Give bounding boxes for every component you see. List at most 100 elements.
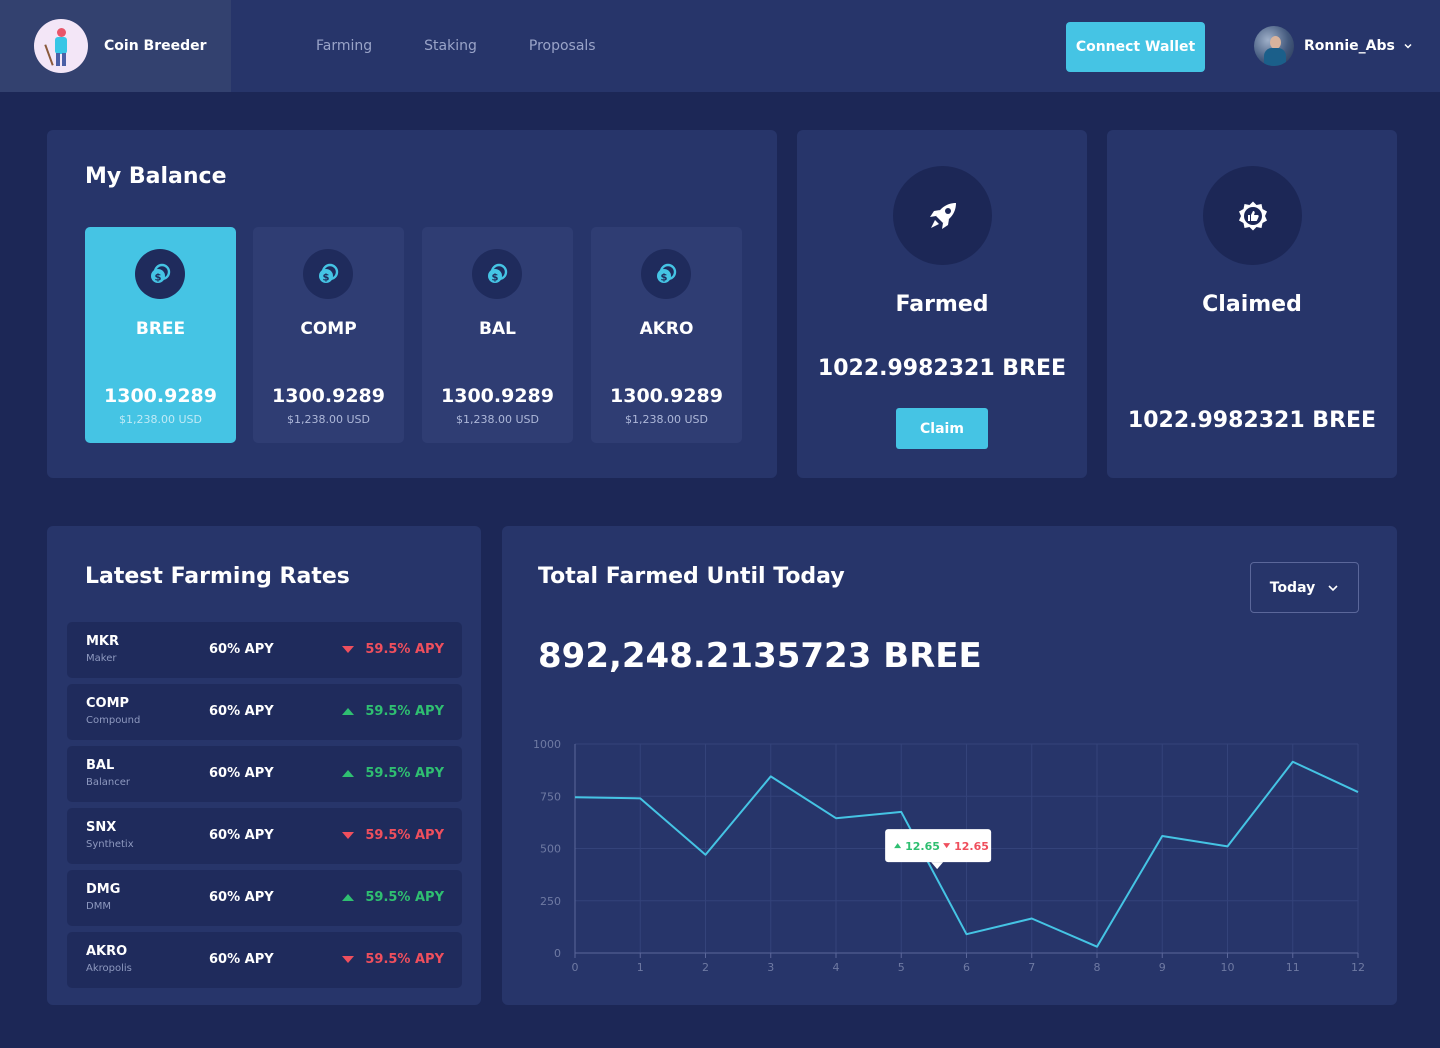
claim-button[interactable]: Claim: [896, 408, 988, 449]
arrow-up-icon: [342, 894, 355, 901]
rate-change-value: 59.5% APY: [365, 642, 444, 657]
nav-farming[interactable]: Farming: [316, 38, 372, 54]
tile-usd: $1,238.00 USD: [625, 413, 708, 426]
avatar: [1254, 26, 1294, 66]
rate-row-bal[interactable]: BAL Balancer 60% APY 59.5% APY: [67, 746, 462, 802]
farmed-card: Farmed 1022.9982321 BREE Claim: [797, 130, 1087, 478]
x-tick-label: 11: [1286, 961, 1300, 974]
x-tick-label: 8: [1094, 961, 1101, 974]
main-nav: Farming Staking Proposals: [316, 0, 648, 92]
rate-change: 59.5% APY: [342, 828, 444, 843]
svg-text:$: $: [155, 273, 162, 284]
user-menu[interactable]: Ronnie_Abs: [1254, 26, 1413, 66]
x-tick-label: 6: [963, 961, 970, 974]
coins-icon: $: [135, 249, 185, 299]
rate-change-value: 59.5% APY: [365, 952, 444, 967]
rate-name: Akropolis: [86, 963, 132, 974]
rate-apy: 60% APY: [209, 890, 274, 905]
thumbs-up-badge-icon: [1203, 166, 1302, 265]
x-tick-label: 3: [767, 961, 774, 974]
y-tick-label: 250: [540, 895, 561, 908]
rate-symbol: COMP: [86, 696, 130, 711]
balance-tile-bree[interactable]: $ BREE 1300.9289 $1,238.00 USD: [85, 227, 236, 443]
x-tick-label: 12: [1351, 961, 1365, 974]
svg-text:$: $: [323, 273, 330, 284]
rate-change-value: 59.5% APY: [365, 828, 444, 843]
rate-symbol: MKR: [86, 634, 120, 649]
tile-amount: 1300.9289: [441, 385, 554, 407]
nav-proposals[interactable]: Proposals: [529, 38, 596, 54]
balance-title: My Balance: [85, 164, 227, 189]
rate-name: Balancer: [86, 777, 130, 788]
arrow-up-icon: [342, 708, 355, 715]
x-tick-label: 4: [833, 961, 840, 974]
balance-tile-comp[interactable]: $ COMP 1300.9289 $1,238.00 USD: [253, 227, 404, 443]
x-tick-label: 9: [1159, 961, 1166, 974]
tooltip-pointer: [931, 862, 944, 870]
rate-row-mkr[interactable]: MKR Maker 60% APY 59.5% APY: [67, 622, 462, 678]
svg-text:$: $: [492, 273, 499, 284]
rate-apy: 60% APY: [209, 828, 274, 843]
arrow-down-icon: [342, 832, 355, 839]
rate-symbol: DMG: [86, 882, 121, 897]
x-tick-label: 2: [702, 961, 709, 974]
tile-amount: 1300.9289: [104, 385, 217, 407]
rate-change: 59.5% APY: [342, 766, 444, 781]
rate-row-comp[interactable]: COMP Compound 60% APY 59.5% APY: [67, 684, 462, 740]
coins-icon: $: [641, 249, 691, 299]
rate-name: Compound: [86, 715, 141, 726]
farmed-line-chart[interactable]: 0 1 2 3 4 5 6 7 8 9 10 11 120250500750100012.65 12.65: [502, 526, 1397, 1005]
tile-amount: 1300.9289: [272, 385, 385, 407]
rate-name: Synthetix: [86, 839, 134, 850]
rate-change: 59.5% APY: [342, 952, 444, 967]
tile-usd: $1,238.00 USD: [287, 413, 370, 426]
nav-staking[interactable]: Staking: [424, 38, 477, 54]
brand-name: Coin Breeder: [104, 38, 207, 54]
rate-apy: 60% APY: [209, 642, 274, 657]
rate-apy: 60% APY: [209, 766, 274, 781]
rate-name: DMM: [86, 901, 111, 912]
coins-icon: $: [472, 249, 522, 299]
tile-usd: $1,238.00 USD: [456, 413, 539, 426]
coins-icon: $: [303, 249, 353, 299]
x-tick-label: 0: [572, 961, 579, 974]
rate-row-snx[interactable]: SNX Synthetix 60% APY 59.5% APY: [67, 808, 462, 864]
rate-change: 59.5% APY: [342, 890, 444, 905]
tile-name: AKRO: [639, 319, 694, 339]
rate-apy: 60% APY: [209, 704, 274, 719]
y-tick-label: 0: [554, 947, 561, 960]
rate-row-dmg[interactable]: DMG DMM 60% APY 59.5% APY: [67, 870, 462, 926]
svg-text:$: $: [661, 273, 668, 284]
rate-change-value: 59.5% APY: [365, 704, 444, 719]
rate-change: 59.5% APY: [342, 704, 444, 719]
farmed-value: 1022.9982321 BREE: [817, 356, 1067, 381]
rate-change-value: 59.5% APY: [365, 890, 444, 905]
rate-symbol: AKRO: [86, 944, 128, 959]
tile-amount: 1300.9289: [610, 385, 723, 407]
rate-row-akro[interactable]: AKRO Akropolis 60% APY 59.5% APY: [67, 932, 462, 988]
arrow-down-icon: [342, 956, 355, 963]
balance-tile-bal[interactable]: $ BAL 1300.9289 $1,238.00 USD: [422, 227, 573, 443]
connect-wallet-button[interactable]: Connect Wallet: [1066, 22, 1205, 72]
brand-logo-icon: [34, 19, 88, 73]
rates-card: Latest Farming Rates MKR Maker 60% APY 59.5…: [47, 526, 481, 1005]
tile-name: COMP: [300, 319, 357, 339]
claimed-card: Claimed 1022.9982321 BREE: [1107, 130, 1397, 478]
x-tick-label: 10: [1221, 961, 1235, 974]
top-bar: Coin Breeder Farming Staking Proposals C…: [0, 0, 1440, 92]
arrow-up-icon: [342, 770, 355, 777]
claimed-value: 1022.9982321 BREE: [1127, 408, 1377, 433]
brand[interactable]: Coin Breeder: [0, 0, 231, 92]
farmed-label: Farmed: [895, 292, 989, 317]
tile-name: BREE: [135, 319, 186, 339]
x-tick-label: 1: [637, 961, 644, 974]
arrow-down-icon: [342, 646, 355, 653]
rocket-icon: [893, 166, 992, 265]
rate-symbol: BAL: [86, 758, 115, 773]
rate-change: 59.5% APY: [342, 642, 444, 657]
rate-name: Maker: [86, 653, 117, 664]
balance-tile-akro[interactable]: $ AKRO 1300.9289 $1,238.00 USD: [591, 227, 742, 443]
tooltip-up-value: 12.65: [905, 840, 940, 853]
balance-card: My Balance $ BREE 1300.9289 $1,238.00 US…: [47, 130, 777, 478]
rates-title: Latest Farming Rates: [85, 564, 350, 589]
